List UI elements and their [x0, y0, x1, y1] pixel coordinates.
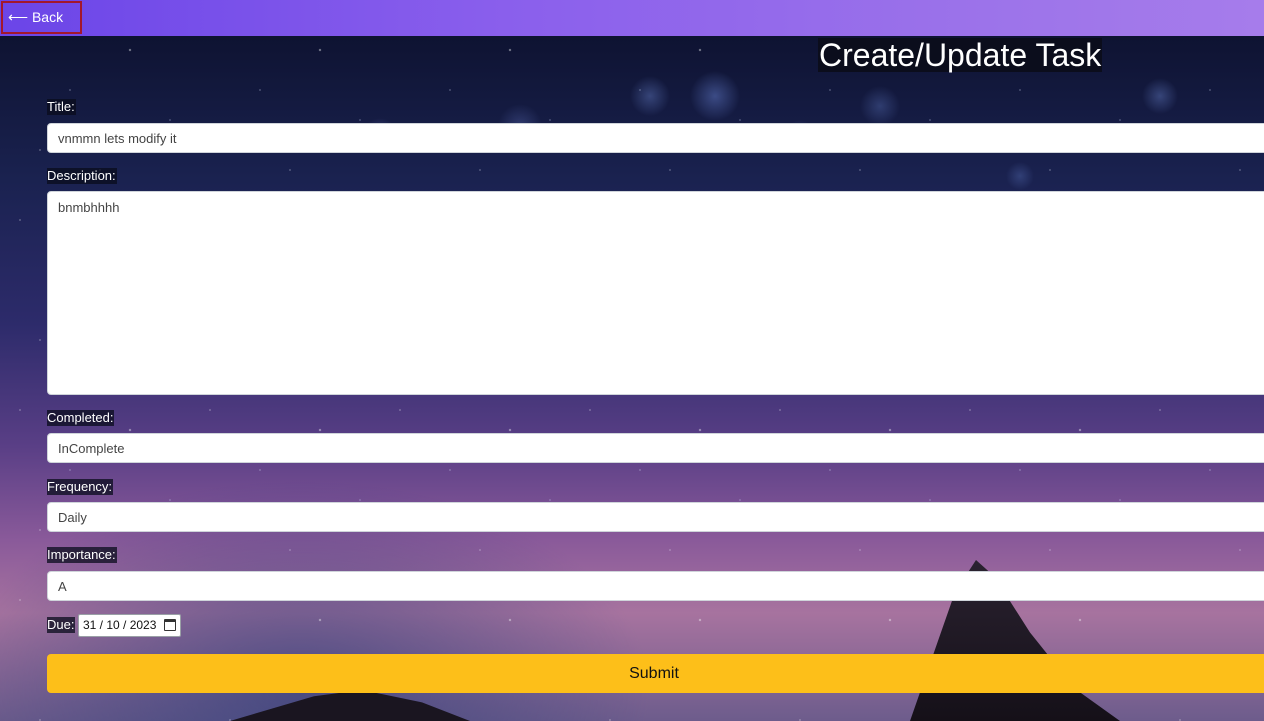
frequency-select[interactable]: Daily	[47, 502, 1264, 532]
background-mountain-left	[230, 690, 470, 721]
top-bar: ⟵ Back	[0, 0, 1264, 36]
page-title: Create/Update Task	[818, 37, 1103, 73]
importance-select[interactable]: A	[47, 571, 1264, 601]
completed-select[interactable]: InComplete	[47, 433, 1264, 463]
calendar-icon[interactable]	[164, 619, 176, 631]
importance-label: Importance:	[47, 547, 117, 563]
title-label: Title:	[47, 99, 76, 115]
completed-label: Completed:	[47, 410, 115, 426]
description-textarea[interactable]: bnmbhhhh	[47, 191, 1264, 395]
due-label: Due:	[47, 617, 76, 633]
title-input[interactable]	[47, 123, 1264, 153]
due-date-input[interactable]: 31 / 10 / 2023	[78, 614, 181, 637]
description-label: Description:	[47, 168, 117, 184]
frequency-label: Frequency:	[47, 479, 114, 495]
due-date-value: 31 / 10 / 2023	[83, 618, 157, 632]
submit-button[interactable]: Submit	[47, 654, 1264, 693]
back-button[interactable]: ⟵ Back	[1, 1, 82, 34]
submit-label: Submit	[629, 664, 679, 682]
